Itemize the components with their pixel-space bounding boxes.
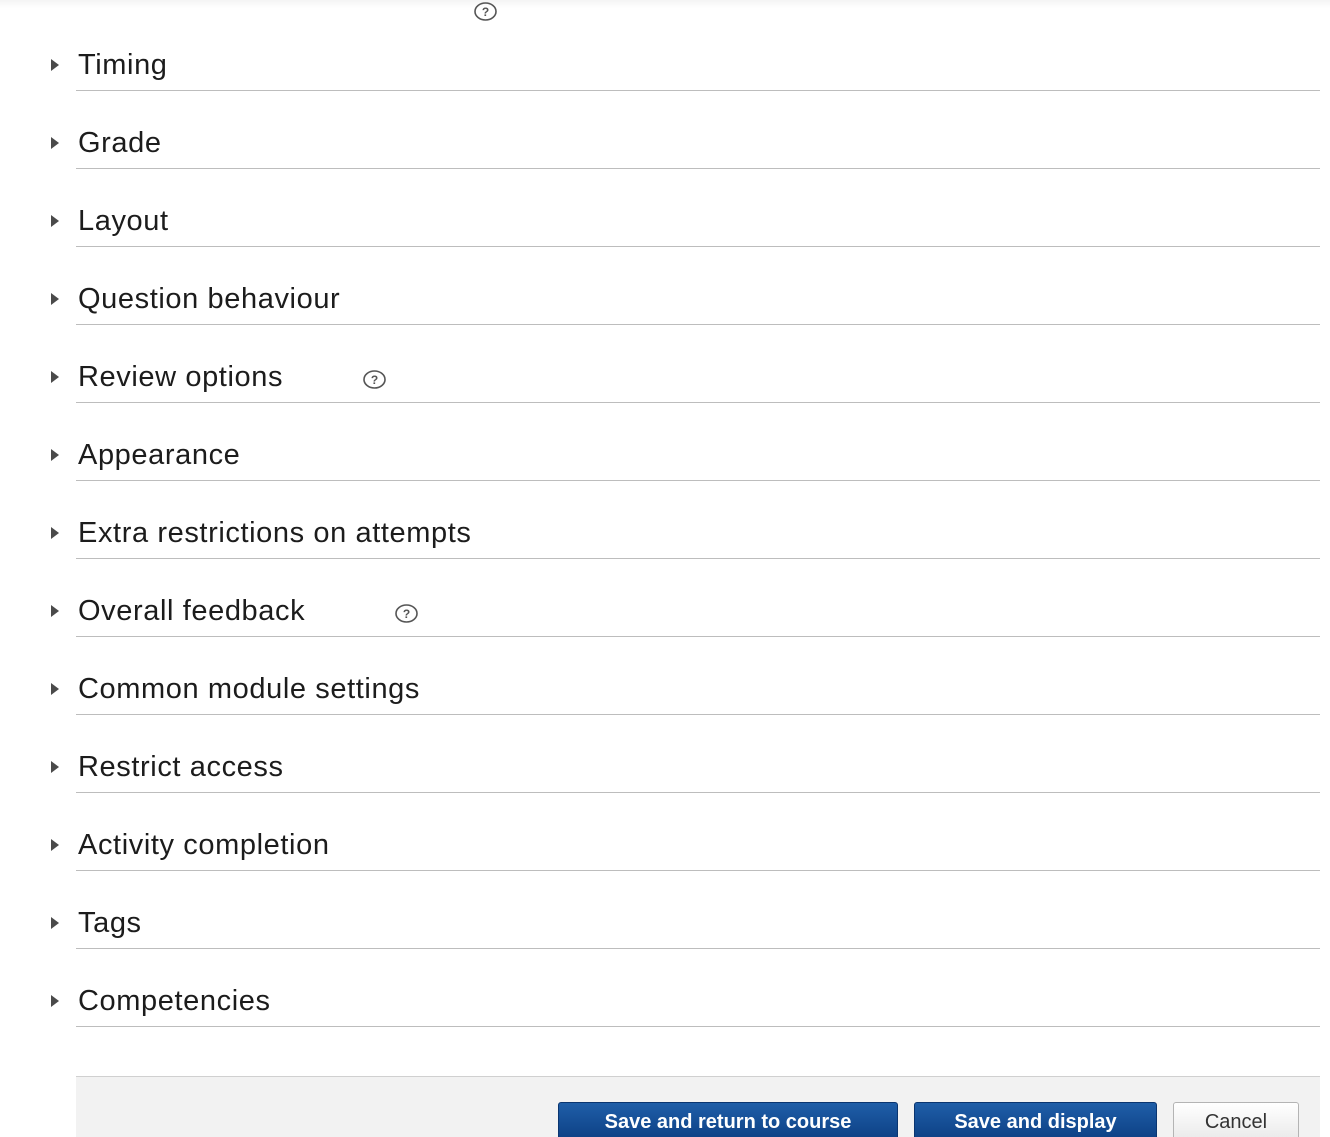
section-title[interactable]: Layout [78, 204, 169, 238]
section-overall-feedback[interactable]: Overall feedback ? [0, 594, 1330, 674]
expand-arrow-icon[interactable] [48, 986, 62, 1016]
section-title[interactable]: Grade [78, 126, 162, 160]
section-question-behaviour[interactable]: Question behaviour [0, 282, 1330, 362]
section-divider [76, 246, 1320, 247]
help-icon[interactable]: ? [395, 604, 418, 623]
section-title[interactable]: Question behaviour [78, 282, 340, 316]
save-and-display-button[interactable]: Save and display [914, 1102, 1157, 1137]
expand-arrow-icon[interactable] [48, 440, 62, 470]
section-common-module-settings[interactable]: Common module settings [0, 672, 1330, 752]
expand-arrow-icon[interactable] [48, 128, 62, 158]
expand-arrow-icon[interactable] [48, 206, 62, 236]
section-title[interactable]: Restrict access [78, 750, 284, 784]
help-icon[interactable]: ? [363, 370, 386, 389]
expand-arrow-icon[interactable] [48, 674, 62, 704]
section-divider [76, 792, 1320, 793]
section-title[interactable]: Competencies [78, 984, 271, 1018]
expand-arrow-icon[interactable] [48, 596, 62, 626]
section-divider [76, 948, 1320, 949]
save-and-return-button[interactable]: Save and return to course [558, 1102, 898, 1137]
section-divider [76, 558, 1320, 559]
section-review-options[interactable]: Review options ? [0, 360, 1330, 440]
section-divider [76, 714, 1320, 715]
cancel-button[interactable]: Cancel [1173, 1102, 1299, 1137]
section-timing[interactable]: Timing [0, 48, 1330, 128]
section-restrict-access[interactable]: Restrict access [0, 750, 1330, 830]
section-divider [76, 480, 1320, 481]
section-extra-restrictions[interactable]: Extra restrictions on attempts [0, 516, 1330, 596]
form-actions-bar: Save and return to course Save and displ… [76, 1077, 1320, 1137]
svg-text:?: ? [371, 373, 378, 387]
expand-arrow-icon[interactable] [48, 518, 62, 548]
section-title[interactable]: Appearance [78, 438, 240, 472]
section-competencies[interactable]: Competencies [0, 984, 1330, 1064]
section-title[interactable]: Common module settings [78, 672, 420, 706]
section-title[interactable]: Timing [78, 48, 168, 82]
expand-arrow-icon[interactable] [48, 908, 62, 938]
section-title[interactable]: Review options [78, 360, 283, 394]
section-divider [76, 636, 1320, 637]
svg-text:?: ? [403, 607, 410, 621]
expand-arrow-icon[interactable] [48, 284, 62, 314]
section-title[interactable]: Tags [78, 906, 142, 940]
expand-arrow-icon[interactable] [48, 830, 62, 860]
section-tags[interactable]: Tags [0, 906, 1330, 986]
section-title[interactable]: Activity completion [78, 828, 330, 862]
section-title[interactable]: Overall feedback [78, 594, 305, 628]
section-divider [76, 168, 1320, 169]
section-activity-completion[interactable]: Activity completion [0, 828, 1330, 908]
section-grade[interactable]: Grade [0, 126, 1330, 206]
section-divider [76, 402, 1320, 403]
svg-text:?: ? [482, 5, 489, 19]
section-appearance[interactable]: Appearance [0, 438, 1330, 518]
quiz-settings-page: ? Timing Grade Layout Question behaviour… [0, 0, 1330, 1137]
section-layout[interactable]: Layout [0, 204, 1330, 284]
section-divider [76, 870, 1320, 871]
expand-arrow-icon[interactable] [48, 362, 62, 392]
section-divider [76, 90, 1320, 91]
section-divider [76, 324, 1320, 325]
section-title[interactable]: Extra restrictions on attempts [78, 516, 472, 550]
top-strip [0, 0, 1330, 8]
expand-arrow-icon[interactable] [48, 752, 62, 782]
section-divider [76, 1026, 1320, 1027]
expand-arrow-icon[interactable] [48, 50, 62, 80]
help-icon[interactable]: ? [474, 2, 497, 21]
